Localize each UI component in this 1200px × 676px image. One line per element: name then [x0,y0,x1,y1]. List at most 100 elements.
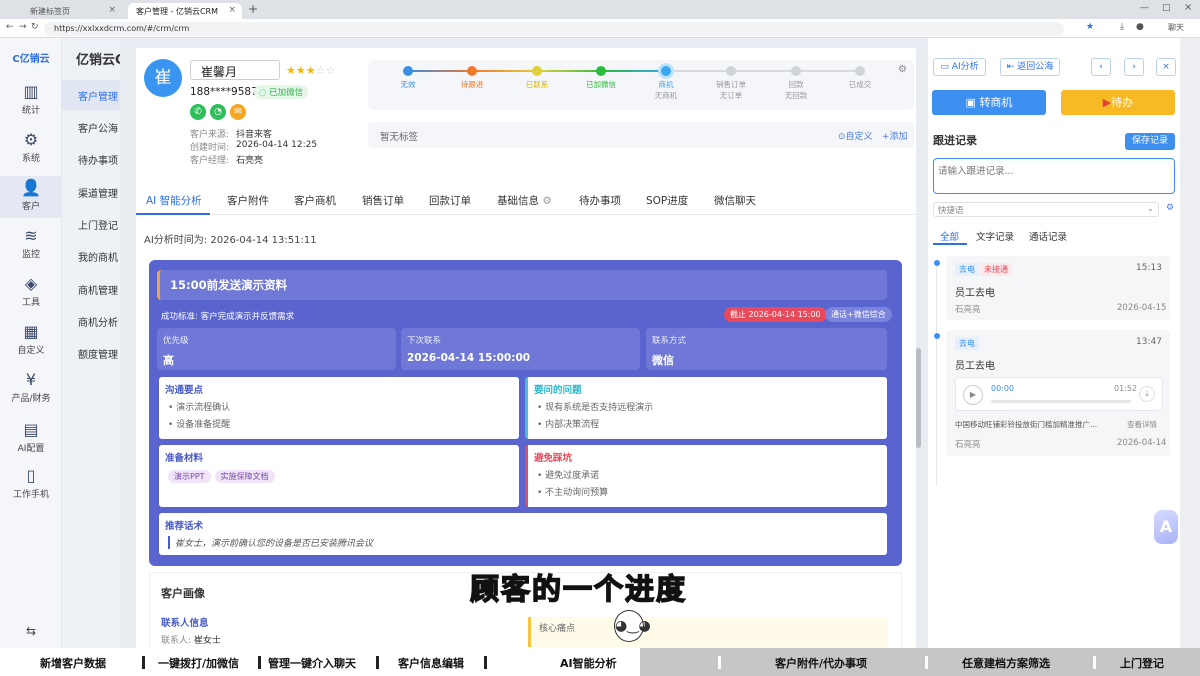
tab-text-records[interactable]: 文字记录 [976,229,1014,243]
subnav-channel[interactable]: 渠道管理 [62,177,120,207]
list-item: • 演示流程确认 [168,403,231,413]
stage-closed[interactable]: 已成交 [835,66,885,90]
subnav-todo[interactable]: 待办事项 [62,144,120,174]
add-tag-link[interactable]: +添加 [882,129,908,142]
nav-item-finance[interactable]: ¥ 产品/财务 [0,370,62,404]
star-icon[interactable]: ★ [296,64,306,77]
tag-bar: 暂无标签 ⊙自定义 +添加 [368,122,914,148]
nav-item-tools[interactable]: ◈ 工具 [0,274,62,308]
custom-tag-link[interactable]: ⊙自定义 [838,129,873,142]
window-close-icon[interactable]: × [1184,2,1192,13]
tab-sop[interactable]: SOP进度 [646,193,688,208]
customer-name-field[interactable]: 崔馨月 [190,60,280,80]
return-pool-button[interactable]: ⇤ 返回公海 [1000,58,1060,76]
subnav-customer-manage[interactable]: 客户管理 [62,80,120,110]
close-icon[interactable]: × [1156,58,1176,76]
star-icon[interactable]: ★ [286,64,296,77]
prev-icon[interactable]: ‹ [1091,58,1111,76]
tab-ai-analysis[interactable]: AI 智能分析 [146,193,202,208]
nav-item-system[interactable]: ⚙ 系统 [0,130,62,164]
stage-pending[interactable]: 待跟进 [447,66,497,90]
star-empty-icon[interactable]: ☆ [326,64,336,77]
profile-icon[interactable]: ● [1136,22,1144,32]
tab-sales-orders[interactable]: 销售订单 [362,193,404,208]
star-icon[interactable]: ★ [306,64,316,77]
subnav-visit[interactable]: 上门登记 [62,209,120,239]
nav-item-custom[interactable]: ▦ 自定义 [0,322,62,356]
nav-item-customer[interactable]: 👤 客户 [0,176,62,218]
save-record-button[interactable]: 保存记录 [1125,133,1175,150]
sms-icon[interactable]: ✉ [230,104,246,120]
close-icon[interactable]: × [108,5,116,15]
card-title: 避免踩坑 [534,453,573,464]
bookmark-star-icon[interactable]: ★ [1086,22,1094,32]
url-text: https://xxlxxdcrm.com/#/crm/crm [54,24,190,33]
star-empty-icon[interactable]: ☆ [316,64,326,77]
stage-opportunity[interactable]: 商机 无商机 [641,66,691,101]
browser-tab[interactable]: 新建标签页 × [22,3,122,19]
main-scrollbar[interactable] [916,348,921,448]
ai-analysis-button[interactable]: ▭ AI分析 [933,58,986,76]
tab-todo[interactable]: 待办事项 [579,193,621,208]
subnav-opportunity-manage[interactable]: 商机管理 [62,274,120,304]
tab-wechat-chat[interactable]: 微信聊天 [714,193,756,208]
page-scrollbar[interactable] [1180,38,1200,648]
list-item: • 避免过度承诺 [537,471,600,481]
tab-opportunities[interactable]: 客户商机 [294,193,336,208]
rating-stars[interactable]: ★★★☆☆ [286,64,335,77]
maximize-icon[interactable]: □ [1162,3,1171,13]
follow-record-input[interactable] [933,158,1175,194]
view-detail-link[interactable]: 查看详情 [1127,419,1157,430]
nav-item-ai-config[interactable]: ▤ AI配置 [0,420,62,454]
record-card[interactable]: 去电 未接通 15:13 员工去电 石亮亮 2026-04-15 [946,256,1170,320]
convert-opportunity-button[interactable]: ▣ 转商机 [932,90,1046,115]
quick-phrase-select[interactable]: 快捷语 ⌄ [933,202,1159,217]
tab-attachments[interactable]: 客户附件 [227,193,269,208]
ai-assistant-icon[interactable]: A [1154,510,1178,544]
nav-item-work-phone[interactable]: ▯ 工作手机 [0,466,62,500]
close-icon[interactable]: × [228,5,236,15]
stage-wechat[interactable]: 已加微信 [576,66,626,90]
tab-basic-info[interactable]: 基础信息 ⚙ [497,193,552,208]
pipeline-settings-icon[interactable]: ⚙ [898,64,907,75]
tab-payment-orders[interactable]: 回款订单 [429,193,471,208]
new-tab-icon[interactable]: + [248,2,258,16]
subnav-quota[interactable]: 额度管理 [62,338,120,368]
reload-icon[interactable]: ↻ [31,22,39,32]
back-icon[interactable]: ← [6,22,14,32]
browser-tab-active[interactable]: 客户管理 - 亿销云CRM × [128,3,242,19]
tab-all[interactable]: 全部 [940,229,959,243]
download-icon[interactable]: ⤓ [1120,22,1124,32]
record-card[interactable]: 去电 13:47 员工去电 ▶ 00:00 01:52 ⤓ 中国移动旺铺彩铃投放… [946,330,1170,456]
todo-button[interactable]: ▶待办 [1061,90,1175,115]
download-icon[interactable]: ⤓ [1139,386,1155,402]
caption-label: 客户信息编辑 [398,657,464,670]
stage-contacted[interactable]: 已联系 [512,66,562,90]
stage-payment[interactable]: 回款 无回款 [771,66,821,101]
collapse-icon[interactable]: ⇆ [0,624,62,638]
call-icon[interactable]: ✆ [190,104,206,120]
tab-call-records[interactable]: 通话记录 [1029,229,1067,243]
stage-sales-order[interactable]: 销售订单 无订单 [706,66,756,101]
contact-label: 联系人: [161,636,192,646]
subnav-my-opportunity[interactable]: 我的商机 [62,241,120,271]
card-title: 要问的问题 [534,385,582,396]
forward-icon[interactable]: → [19,22,27,32]
settings-icon[interactable]: ⚙ [1166,203,1174,213]
address-bar[interactable]: https://xxlxxdcrm.com/#/crm/crm [44,22,1064,36]
subnav-customer-pool[interactable]: 客户公海 [62,112,120,142]
profile-label[interactable]: 聊天 [1168,22,1184,33]
minimize-icon[interactable]: — [1140,3,1149,13]
stage-invalid[interactable]: 无效 [383,66,433,90]
play-icon[interactable]: ▶ [963,385,983,405]
follow-title: 跟进记录 [933,134,977,147]
ai-headline: 15:00前发送演示资料 [157,270,887,300]
subnav-opportunity-analysis[interactable]: 商机分析 [62,306,120,336]
stage-name: 商机 [658,80,674,89]
nav-item-stats[interactable]: ▥ 统计 [0,82,62,116]
wechat-icon[interactable]: ◔ [210,104,226,120]
stage-dot [855,66,865,76]
nav-item-monitor[interactable]: ≋ 监控 [0,226,62,260]
audio-progress[interactable] [991,400,1131,403]
next-icon[interactable]: › [1124,58,1144,76]
